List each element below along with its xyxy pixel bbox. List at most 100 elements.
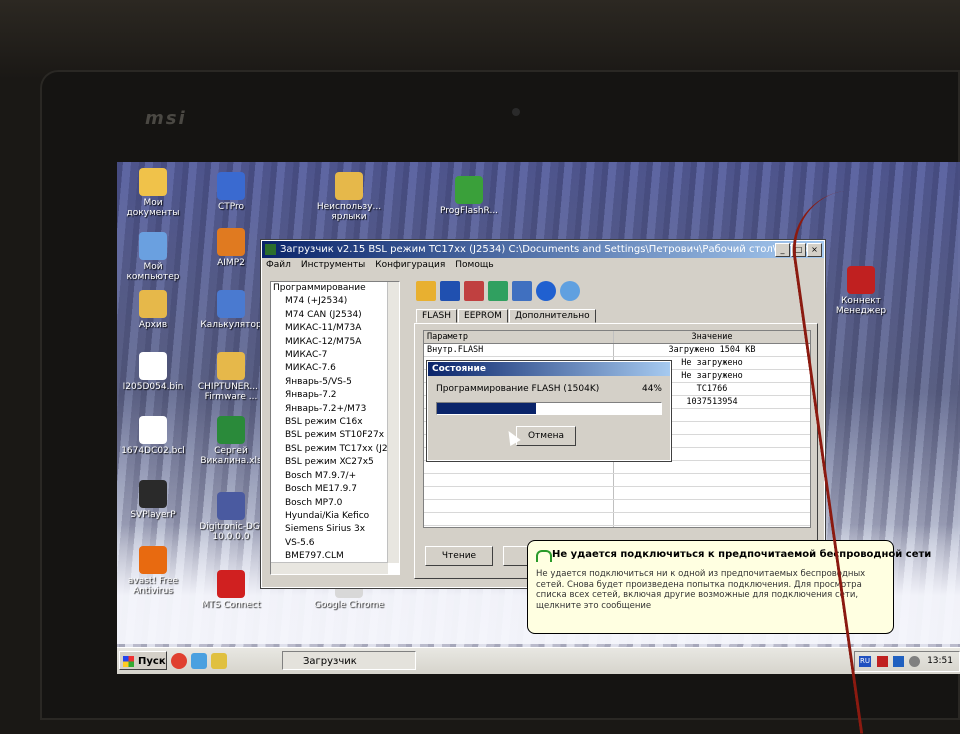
menu-tools[interactable]: Инструменты xyxy=(301,258,365,272)
cell-value xyxy=(614,513,807,525)
read-button[interactable]: Чтение xyxy=(425,546,493,566)
tree-root[interactable]: Программирование xyxy=(271,282,399,295)
table-row[interactable] xyxy=(424,474,810,487)
tree-item[interactable]: BSL режим XC27x5 xyxy=(271,456,399,469)
save-icon[interactable] xyxy=(440,281,460,301)
windows-logo-icon xyxy=(123,656,134,667)
tree-item[interactable]: Январь-5/VS-5 xyxy=(271,376,399,389)
ecu-tree[interactable]: Программирование M74 (+J2534) M74 CAN (J2… xyxy=(270,281,400,575)
desktop-icon[interactable]: SVPlayerP xyxy=(117,480,189,520)
desktop-icon[interactable]: 1674DC02.bcl xyxy=(117,416,189,456)
table-row[interactable]: Внутр.FLASH Загружено 1504 KB xyxy=(424,344,810,357)
tree-item[interactable]: МИКАС-11/М73А xyxy=(271,322,399,335)
desktop-icon-label: Мои документы xyxy=(126,198,180,218)
tree-item[interactable]: Январь-7.2+/М73 xyxy=(271,403,399,416)
desktop-icon[interactable]: I205D054.bin xyxy=(117,352,189,392)
menu-config[interactable]: Конфигурация xyxy=(375,258,445,272)
cancel-button[interactable]: Отмена xyxy=(516,426,576,446)
table-row[interactable] xyxy=(424,500,810,513)
table-row[interactable] xyxy=(424,513,810,526)
desktop-icon[interactable]: MTS Connect xyxy=(195,570,267,610)
desktop-icon[interactable]: Digitronic-DGI 10.0.0.0 xyxy=(195,492,267,542)
tree-item[interactable]: Bosch ME17.9.7 xyxy=(271,483,399,496)
desktop-icon[interactable]: ProgFlashR... xyxy=(433,176,505,216)
cell-value xyxy=(614,461,807,473)
cell-value xyxy=(614,526,807,527)
desktop-icon[interactable]: Мои документы xyxy=(117,168,189,218)
desktop-icon-graphic xyxy=(139,546,167,574)
tab-strip: FLASH EEPROM Дополнительно xyxy=(416,309,597,323)
tree-item[interactable]: VS-5.6 xyxy=(271,537,399,550)
ie-quicklaunch-icon[interactable] xyxy=(191,653,207,669)
status-message: Программирование FLASH (1504K) xyxy=(436,384,600,394)
tab-flash[interactable]: FLASH xyxy=(416,309,458,323)
open-folder-icon[interactable] xyxy=(416,281,436,301)
taskbar-item-loader[interactable]: Загрузчик xyxy=(282,651,416,670)
desktop-icon[interactable]: CTPro xyxy=(195,172,267,212)
desktop-icon-graphic xyxy=(139,232,167,260)
desktop-icon-graphic xyxy=(217,416,245,444)
desktop-icon[interactable]: avast! Free Antivirus xyxy=(117,546,189,596)
window-titlebar[interactable]: Загрузчик v2.15 BSL режим TC17xx (J2534)… xyxy=(262,241,824,258)
tab-eeprom[interactable]: EEPROM xyxy=(458,309,508,323)
desktop-icon-label: Архив xyxy=(138,320,168,330)
desktop-icon-label: Google Chrome xyxy=(314,600,384,610)
progress-fill xyxy=(437,403,536,414)
desktop-icon[interactable]: Неиспользу... ярлыки xyxy=(313,172,385,222)
start-button[interactable]: Пуск xyxy=(119,651,167,670)
help-icon[interactable] xyxy=(536,281,556,301)
tree-item[interactable]: BSL режим ST10F27x xyxy=(271,429,399,442)
column-header-value: Значение xyxy=(691,332,733,342)
cell-parameter xyxy=(424,474,614,486)
tree-item[interactable]: M74 (+J2534) xyxy=(271,295,399,308)
tree-item[interactable]: МИКАС-12/М75А xyxy=(271,336,399,349)
table-row[interactable] xyxy=(424,526,810,527)
desktop-icon-graphic xyxy=(217,570,245,598)
tree-item[interactable]: МИКАС-7.6 xyxy=(271,362,399,375)
desktop-icon[interactable]: AIMP2 xyxy=(195,228,267,268)
tree-vscrollbar[interactable] xyxy=(387,282,399,563)
status-dialog[interactable]: Состояние Программирование FLASH (1504K)… xyxy=(426,360,672,462)
desktop-icon-label: 1674DC02.bcl xyxy=(121,446,185,456)
desktop-icon-label: avast! Free Antivirus xyxy=(127,576,179,596)
tree-item[interactable]: Siemens Sirius 3x xyxy=(271,523,399,536)
desktop-icon[interactable]: Калькулятор xyxy=(195,290,267,330)
notification-body: Не удается подключиться ни к одной из пр… xyxy=(536,569,866,611)
tree-item[interactable]: Bosch M7.9.7/+ xyxy=(271,470,399,483)
menu-help[interactable]: Помощь xyxy=(455,258,493,272)
progress-bar xyxy=(436,402,662,415)
desktop-quicklaunch-icon[interactable] xyxy=(211,653,227,669)
taskbar-item-label: Загрузчик xyxy=(303,656,357,667)
desktop-icon-graphic xyxy=(335,172,363,200)
desktop-icon[interactable]: Сергей Викалина.xls xyxy=(195,416,267,466)
table-row[interactable] xyxy=(424,487,810,500)
tree-item[interactable]: Январь-7.2 xyxy=(271,389,399,402)
tree-item[interactable]: BSL режим C16x xyxy=(271,416,399,429)
desktop-icon-label: I205D054.bin xyxy=(122,382,184,392)
compare-icon[interactable] xyxy=(512,281,532,301)
menubar: Файл Инструменты Конфигурация Помощь xyxy=(262,258,824,272)
tree-item[interactable]: МИКАС-7 xyxy=(271,349,399,362)
desktop-icon-graphic xyxy=(139,480,167,508)
desktop-icon-graphic xyxy=(217,492,245,520)
status-dialog-title: Состояние xyxy=(428,362,670,376)
tree-hscrollbar[interactable] xyxy=(271,562,388,574)
edit-icon[interactable] xyxy=(464,281,484,301)
info-icon[interactable] xyxy=(560,281,580,301)
chrome-quicklaunch-icon[interactable] xyxy=(171,653,187,669)
menu-file[interactable]: Файл xyxy=(266,258,291,272)
cell-parameter xyxy=(424,461,614,473)
progress-percent: 44% xyxy=(641,384,662,394)
desktop-icon[interactable]: CHIPTUNER... - Firmware ... xyxy=(195,352,267,402)
tree-item[interactable]: Bosch MP7.0 xyxy=(271,497,399,510)
tree-item[interactable]: BSL режим TC17xx (J25 xyxy=(271,443,399,456)
refresh-icon[interactable] xyxy=(488,281,508,301)
minimize-button[interactable]: _ xyxy=(775,243,790,257)
desktop-icon[interactable]: Архив xyxy=(117,290,189,330)
desktop-icon[interactable]: Мой компьютер xyxy=(117,232,189,282)
table-row[interactable] xyxy=(424,461,810,474)
tab-additional[interactable]: Дополнительно xyxy=(508,309,596,323)
tree-item[interactable]: M74 CAN (J2534) xyxy=(271,309,399,322)
toolbar xyxy=(416,281,580,305)
tree-item[interactable]: Hyundai/Kia Kefico xyxy=(271,510,399,523)
